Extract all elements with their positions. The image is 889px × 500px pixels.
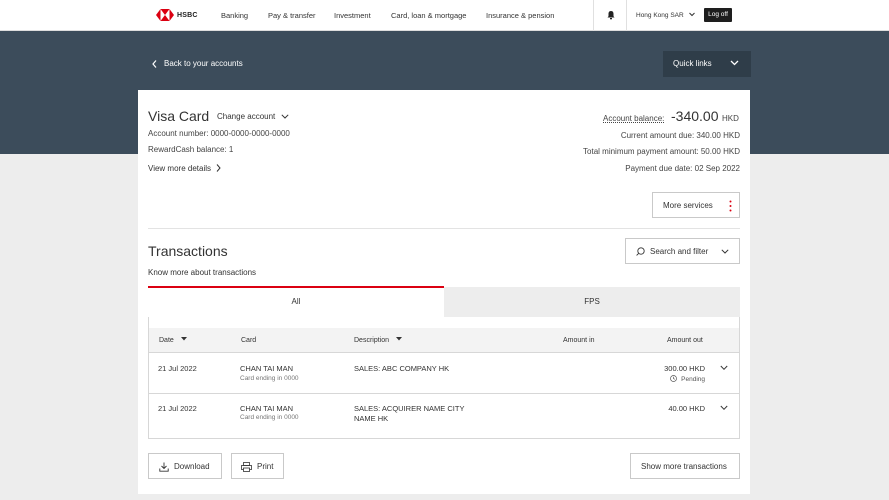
sort-down-icon [180, 337, 187, 341]
expand-row-chevron-icon[interactable] [720, 365, 728, 371]
chevron-down-icon [721, 249, 729, 254]
download-icon [159, 462, 169, 472]
hsbc-hexagon-icon [156, 9, 174, 21]
tab-fps[interactable]: FPS [444, 287, 740, 317]
column-description[interactable]: Description [354, 337, 402, 344]
tab-all[interactable]: All [148, 286, 444, 317]
chevron-down-icon [688, 12, 695, 17]
show-more-transactions-button[interactable]: Show more transactions [630, 453, 740, 479]
table-header: Date Card Description Amount in Amount o… [148, 328, 740, 353]
brand-name: HSBC [177, 11, 198, 19]
nav-banking[interactable]: Banking [221, 11, 248, 20]
print-label: Print [257, 462, 274, 471]
current-amount-due: Current amount due: 340.00 HKD [620, 131, 740, 140]
quick-links-label: Quick links [673, 59, 712, 68]
top-navigation: HSBC Banking Pay & transfer Investment C… [0, 0, 889, 31]
row-card-holder: CHAN TAI MAN [240, 404, 294, 413]
chevron-down-icon [730, 60, 739, 66]
change-account-label: Change account [217, 112, 276, 121]
hsbc-logo[interactable]: HSBC [156, 9, 198, 21]
show-more-label: Show more transactions [641, 462, 727, 471]
column-description-label: Description [354, 337, 390, 344]
clock-icon [670, 375, 678, 382]
search-and-filter-button[interactable]: Search and filter [625, 238, 740, 264]
minimum-payment: Total minimum payment amount: 50.00 HKD [583, 147, 740, 156]
nav-pay-transfer[interactable]: Pay & transfer [268, 11, 316, 20]
expand-row-chevron-icon[interactable] [720, 405, 728, 411]
row-description-line2: NAME HK [354, 414, 389, 423]
view-more-details-link[interactable]: View more details [148, 164, 221, 173]
payment-due-date: Payment due date: 02 Sep 2022 [625, 164, 740, 173]
column-amount-in: Amount in [563, 337, 595, 344]
section-divider [148, 228, 740, 229]
region-label: Hong Kong SAR [636, 12, 684, 19]
more-vertical-icon [729, 200, 732, 212]
change-account-button[interactable]: Change account [217, 112, 289, 121]
printer-icon [241, 462, 252, 472]
row-date: 21 Jul 2022 [158, 404, 197, 413]
print-button[interactable]: Print [231, 453, 284, 479]
search-and-filter-label: Search and filter [650, 247, 709, 256]
nav-card-loan-mortgage[interactable]: Card, loan & mortgage [391, 11, 466, 20]
row-card-holder: CHAN TAI MAN [240, 364, 294, 373]
column-date-label: Date [159, 337, 174, 344]
download-button[interactable]: Download [148, 453, 222, 479]
region-selector[interactable]: Hong Kong SAR [636, 12, 695, 19]
account-number: Account number: 0000-0000-0000-0000 [148, 129, 290, 138]
more-services-label: More services [663, 201, 713, 210]
rewardcash-balance: RewardCash balance: 1 [148, 145, 234, 154]
column-date[interactable]: Date [159, 337, 187, 344]
more-services-button[interactable]: More services [652, 192, 740, 218]
chevron-right-icon [216, 164, 221, 172]
view-more-details-label: View more details [148, 164, 211, 173]
download-label: Download [174, 462, 210, 471]
nav-insurance-pension[interactable]: Insurance & pension [486, 11, 554, 20]
row-description: SALES: ABC COMPANY HK [354, 364, 450, 373]
account-title: Visa Card [148, 108, 210, 124]
log-off-button[interactable]: Log off [704, 8, 732, 22]
account-balance-value: -340.00 [671, 108, 719, 124]
sort-down-icon [395, 337, 402, 341]
nav-divider [593, 0, 594, 31]
column-card: Card [241, 337, 257, 344]
row-divider [148, 393, 740, 394]
nav-divider [626, 0, 627, 31]
back-label: Back to your accounts [164, 59, 243, 68]
notification-bell-icon[interactable] [606, 10, 616, 20]
nav-investment[interactable]: Investment [334, 11, 371, 20]
row-status: Pending [670, 375, 705, 383]
transactions-title: Transactions [148, 243, 228, 259]
chevron-left-icon [152, 59, 157, 68]
back-to-accounts-link[interactable]: Back to your accounts [152, 59, 243, 68]
row-amount-out: 40.00 HKD [668, 404, 705, 413]
column-amount-out: Amount out [667, 337, 703, 344]
row-description: SALES: ACQUIRER NAME CITY [354, 404, 465, 413]
row-amount-out: 300.00 HKD [664, 364, 705, 373]
row-card-ending: Card ending in 0000 [240, 375, 299, 382]
row-status-label: Pending [681, 376, 705, 383]
account-balance-currency: HKD [722, 114, 739, 123]
chevron-down-icon [280, 114, 289, 119]
search-icon [636, 247, 645, 256]
row-date: 21 Jul 2022 [158, 364, 197, 373]
quick-links-button[interactable]: Quick links [663, 51, 751, 77]
know-more-link[interactable]: Know more about transactions [148, 268, 256, 277]
account-balance-label[interactable]: Account balance: [603, 114, 664, 123]
row-card-ending: Card ending in 0000 [240, 414, 299, 421]
